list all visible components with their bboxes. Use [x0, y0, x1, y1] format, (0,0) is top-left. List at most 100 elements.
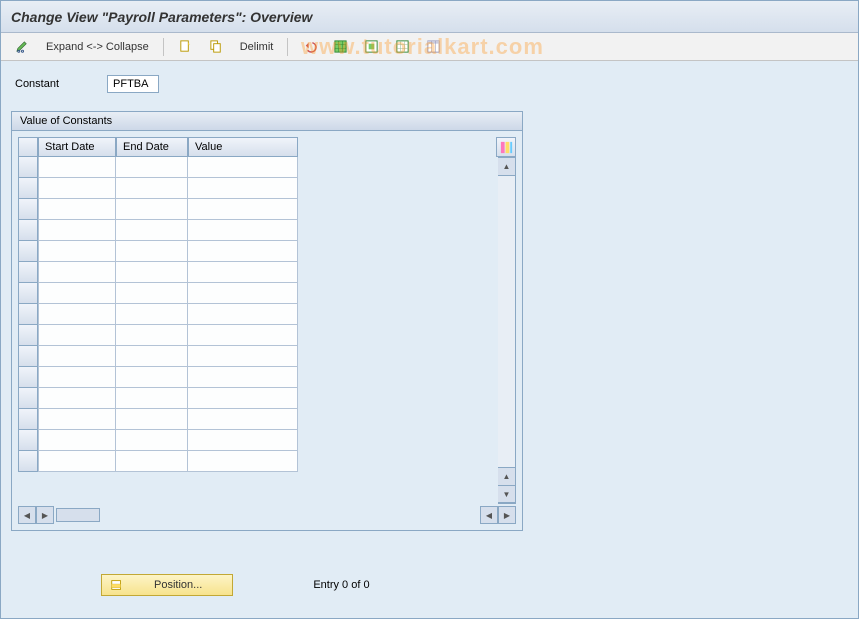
cell[interactable] — [188, 346, 298, 367]
cell[interactable] — [116, 262, 188, 283]
cell[interactable] — [116, 325, 188, 346]
cell[interactable] — [116, 241, 188, 262]
cell[interactable] — [38, 199, 116, 220]
row-selector[interactable] — [18, 346, 38, 367]
cell[interactable] — [38, 409, 116, 430]
col-header-end-date[interactable]: End Date — [116, 137, 188, 157]
row-selector[interactable] — [18, 178, 38, 199]
cell[interactable] — [38, 430, 116, 451]
table-settings-button[interactable] — [422, 36, 445, 57]
cell[interactable] — [38, 325, 116, 346]
cell[interactable] — [38, 367, 116, 388]
row-selector[interactable] — [18, 430, 38, 451]
table-row[interactable] — [38, 157, 498, 178]
cell[interactable] — [188, 388, 298, 409]
cell[interactable] — [38, 157, 116, 178]
table-row[interactable] — [38, 262, 498, 283]
cell[interactable] — [188, 199, 298, 220]
row-selector[interactable] — [18, 220, 38, 241]
cell[interactable] — [188, 451, 298, 472]
cell[interactable] — [116, 199, 188, 220]
deselect-all-button[interactable] — [391, 36, 414, 57]
row-selector[interactable] — [18, 283, 38, 304]
cell[interactable] — [188, 157, 298, 178]
row-selector[interactable] — [18, 157, 38, 178]
cell[interactable] — [38, 304, 116, 325]
table-configure-button[interactable] — [496, 137, 516, 157]
cell[interactable] — [116, 409, 188, 430]
row-selector[interactable] — [18, 388, 38, 409]
cell[interactable] — [38, 241, 116, 262]
cell[interactable] — [116, 430, 188, 451]
cell[interactable] — [116, 283, 188, 304]
scroll-right-end-button[interactable]: ▶ — [498, 506, 516, 524]
table-row[interactable] — [38, 220, 498, 241]
cell[interactable] — [116, 451, 188, 472]
table-row[interactable] — [38, 451, 498, 472]
cell[interactable] — [188, 430, 298, 451]
row-selector[interactable] — [18, 367, 38, 388]
table-row[interactable] — [38, 241, 498, 262]
expand-collapse-button[interactable]: Expand <-> Collapse — [42, 38, 153, 56]
cell[interactable] — [116, 346, 188, 367]
cell[interactable] — [116, 220, 188, 241]
delimit-button[interactable]: Delimit — [236, 38, 278, 56]
table-row[interactable] — [38, 178, 498, 199]
cell[interactable] — [116, 388, 188, 409]
copy-as-button[interactable] — [205, 36, 228, 57]
row-selector[interactable] — [18, 199, 38, 220]
select-block-button[interactable] — [360, 36, 383, 57]
hscroll-thumb[interactable] — [56, 508, 100, 522]
table-row[interactable] — [38, 325, 498, 346]
vertical-scrollbar[interactable]: ▲ ▲ ▼ — [498, 157, 516, 504]
row-selector[interactable] — [18, 409, 38, 430]
scroll-page-up-button[interactable]: ▲ — [498, 467, 515, 485]
cell[interactable] — [38, 178, 116, 199]
constant-value-field[interactable]: PFTBA — [107, 75, 159, 93]
cell[interactable] — [116, 157, 188, 178]
cell[interactable] — [38, 346, 116, 367]
cell[interactable] — [188, 367, 298, 388]
cell[interactable] — [188, 409, 298, 430]
row-selector[interactable] — [18, 262, 38, 283]
scroll-down-button[interactable]: ▼ — [498, 485, 515, 503]
undo-button[interactable] — [298, 36, 321, 57]
new-entries-button[interactable] — [174, 36, 197, 57]
cell[interactable] — [116, 178, 188, 199]
cell[interactable] — [188, 262, 298, 283]
row-selector[interactable] — [18, 325, 38, 346]
scroll-left-end-button[interactable]: ◀ — [480, 506, 498, 524]
select-all-button[interactable] — [329, 36, 352, 57]
table-row[interactable] — [38, 409, 498, 430]
cell[interactable] — [38, 262, 116, 283]
row-selector[interactable] — [18, 241, 38, 262]
cell[interactable] — [116, 304, 188, 325]
col-header-start-date[interactable]: Start Date — [38, 137, 116, 157]
table-row[interactable] — [38, 388, 498, 409]
scroll-left-button[interactable]: ◀ — [18, 506, 36, 524]
cell[interactable] — [116, 367, 188, 388]
horizontal-scrollbar[interactable]: ◀ ▶ ◀ ▶ — [18, 506, 516, 524]
cell[interactable] — [188, 325, 298, 346]
table-row[interactable] — [38, 283, 498, 304]
change-mode-button[interactable] — [11, 36, 34, 57]
scroll-right-button[interactable]: ▶ — [36, 506, 54, 524]
cell[interactable] — [188, 283, 298, 304]
table-row[interactable] — [38, 304, 498, 325]
cell[interactable] — [188, 178, 298, 199]
cell[interactable] — [38, 220, 116, 241]
cell[interactable] — [38, 283, 116, 304]
position-button[interactable]: Position... — [101, 574, 233, 596]
row-selector[interactable] — [18, 304, 38, 325]
table-row[interactable] — [38, 430, 498, 451]
cell[interactable] — [188, 220, 298, 241]
table-row[interactable] — [38, 367, 498, 388]
cell[interactable] — [38, 451, 116, 472]
table-row[interactable] — [38, 346, 498, 367]
table-row[interactable] — [38, 199, 498, 220]
row-selector[interactable] — [18, 451, 38, 472]
cell[interactable] — [38, 388, 116, 409]
cell[interactable] — [188, 304, 298, 325]
scroll-up-button[interactable]: ▲ — [498, 158, 515, 176]
select-all-corner[interactable] — [18, 137, 38, 157]
